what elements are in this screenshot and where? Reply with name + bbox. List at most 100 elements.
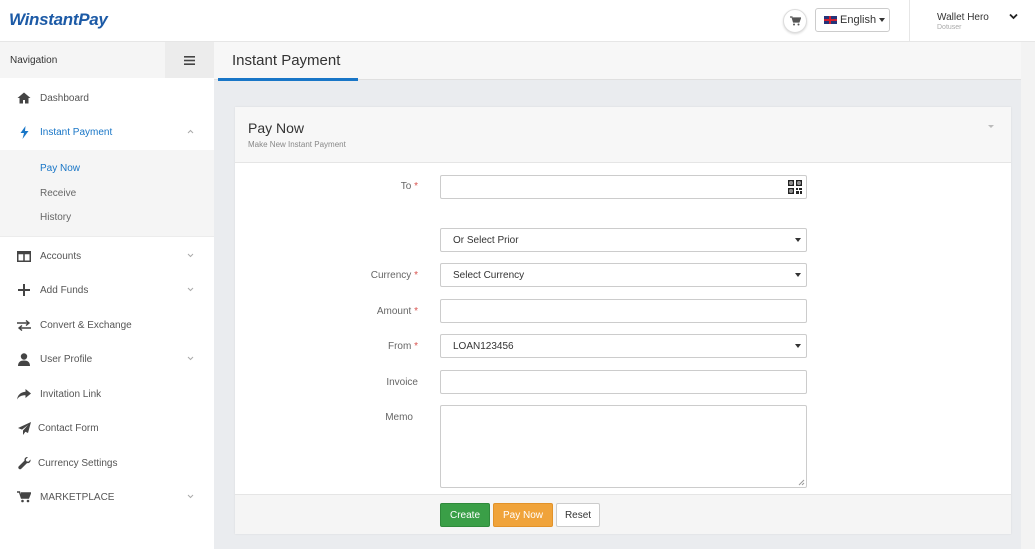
from-account-select[interactable]: LOAN123456 bbox=[440, 334, 807, 358]
from-label: From * bbox=[298, 341, 418, 352]
invoice-label-text: Invoice bbox=[386, 377, 418, 388]
cart-icon bbox=[789, 16, 801, 26]
required-mark: * bbox=[414, 270, 418, 281]
cart-button[interactable] bbox=[783, 9, 807, 33]
share-icon bbox=[17, 387, 31, 401]
chevron-up-icon bbox=[187, 129, 194, 134]
wrench-icon bbox=[17, 456, 31, 470]
amount-label-text: Amount bbox=[376, 306, 412, 317]
caret-down-icon bbox=[795, 273, 801, 277]
collapse-icon[interactable] bbox=[988, 125, 994, 128]
columns-icon bbox=[17, 249, 31, 263]
sidebar-item-invitation-link[interactable]: Invitation Link bbox=[0, 379, 214, 409]
menu-toggle-button[interactable] bbox=[165, 42, 214, 78]
invoice-label: Invoice bbox=[298, 377, 418, 388]
cart-icon bbox=[17, 490, 31, 504]
required-mark: * bbox=[414, 341, 418, 352]
sidebar-item-contact-form[interactable]: Contact Form bbox=[0, 413, 214, 443]
sidebar-item-marketplace[interactable]: MARKETPLACE bbox=[0, 482, 214, 512]
page-title-underline bbox=[218, 78, 358, 81]
panel-title: Pay Now bbox=[248, 120, 305, 136]
top-bar: WinstantPay English Wallet Hero Dotuser bbox=[0, 0, 1035, 42]
user-icon bbox=[17, 352, 31, 366]
chevron-down-icon bbox=[187, 287, 194, 292]
resize-handle-icon[interactable] bbox=[798, 479, 805, 486]
currency-label: Currency * bbox=[298, 270, 418, 281]
to-label-text: To bbox=[400, 181, 412, 192]
page-title: Instant Payment bbox=[232, 52, 341, 69]
currency-select-value: Select Currency bbox=[453, 269, 525, 281]
from-select-value: LOAN123456 bbox=[453, 340, 514, 352]
uk-flag-icon bbox=[824, 16, 837, 24]
amount-label: Amount * bbox=[298, 306, 418, 317]
sidebar-item-label: Accounts bbox=[40, 250, 82, 262]
to-label: To * bbox=[298, 181, 418, 192]
submenu-item-pay-now[interactable]: Pay Now bbox=[40, 163, 80, 174]
memo-label-text: Memo bbox=[385, 412, 413, 423]
sidebar-item-dashboard[interactable]: Dashboard bbox=[0, 83, 214, 113]
hamburger-icon bbox=[184, 55, 195, 65]
scrollbar[interactable] bbox=[1021, 42, 1035, 549]
divider bbox=[909, 0, 910, 42]
plus-icon bbox=[17, 283, 31, 297]
caret-down-icon bbox=[795, 344, 801, 348]
reset-button[interactable]: Reset bbox=[556, 503, 600, 527]
submenu-item-receive[interactable]: Receive bbox=[40, 188, 76, 199]
panel-subtitle: Make New Instant Payment bbox=[248, 140, 346, 149]
memo-textarea[interactable] bbox=[440, 405, 807, 488]
chevron-down-icon bbox=[187, 253, 194, 258]
amount-input[interactable] bbox=[440, 299, 807, 323]
language-label: English bbox=[840, 14, 877, 26]
prior-select-value: Or Select Prior bbox=[453, 234, 519, 246]
chevron-down-icon[interactable] bbox=[1009, 13, 1018, 20]
sidebar-item-user-profile[interactable]: User Profile bbox=[0, 344, 214, 374]
sidebar-item-currency-settings[interactable]: Currency Settings bbox=[0, 448, 214, 478]
to-input[interactable] bbox=[440, 175, 807, 199]
sidebar-item-label: Dashboard bbox=[40, 92, 89, 104]
prior-recipient-select[interactable]: Or Select Prior bbox=[440, 228, 807, 252]
divider bbox=[0, 236, 214, 237]
currency-label-text: Currency bbox=[370, 270, 412, 281]
logo[interactable]: WinstantPay bbox=[9, 10, 108, 30]
sidebar-item-label: Add Funds bbox=[40, 284, 89, 296]
qr-code-icon[interactable] bbox=[787, 179, 803, 195]
panel-header: Pay Now Make New Instant Payment bbox=[235, 107, 1011, 163]
sidebar-item-instant-payment[interactable]: Instant Payment bbox=[0, 117, 214, 147]
home-icon bbox=[17, 91, 31, 105]
sidebar-item-label: Invitation Link bbox=[40, 388, 102, 400]
chevron-down-icon bbox=[187, 356, 194, 361]
sidebar-item-label: Instant Payment bbox=[40, 126, 113, 138]
sidebar-item-label: MARKETPLACE bbox=[40, 491, 115, 503]
invoice-input[interactable] bbox=[440, 370, 807, 394]
sidebar-item-label: User Profile bbox=[40, 353, 93, 365]
required-mark: * bbox=[414, 181, 418, 192]
language-dropdown[interactable]: English bbox=[815, 8, 890, 32]
memo-label: Memo bbox=[293, 412, 413, 423]
currency-select[interactable]: Select Currency bbox=[440, 263, 807, 287]
from-label-text: From bbox=[387, 341, 412, 352]
caret-down-icon bbox=[795, 238, 801, 242]
sidebar-item-add-funds[interactable]: Add Funds bbox=[0, 275, 214, 305]
create-button[interactable]: Create bbox=[440, 503, 490, 527]
sidebar-item-label: Convert & Exchange bbox=[40, 319, 132, 331]
submenu-item-history[interactable]: History bbox=[40, 212, 71, 223]
paper-plane-icon bbox=[17, 421, 31, 435]
sidebar-item-label: Currency Settings bbox=[38, 457, 118, 469]
user-name[interactable]: Wallet Hero bbox=[937, 12, 989, 23]
exchange-icon bbox=[17, 318, 31, 332]
chevron-down-icon bbox=[187, 494, 194, 499]
sidebar: Navigation Dashboard Instant Payment Pay… bbox=[0, 42, 214, 549]
caret-down-icon bbox=[879, 18, 886, 22]
bolt-icon bbox=[17, 125, 31, 139]
required-mark: * bbox=[414, 306, 418, 317]
sidebar-item-label: Contact Form bbox=[38, 422, 99, 434]
sidebar-item-accounts[interactable]: Accounts bbox=[0, 241, 214, 271]
nav-title: Navigation bbox=[10, 55, 58, 66]
instant-payment-submenu: Pay Now Receive History bbox=[0, 150, 214, 236]
sidebar-item-convert-exchange[interactable]: Convert & Exchange bbox=[0, 310, 214, 340]
page-header: Instant Payment bbox=[214, 42, 1035, 81]
form-footer bbox=[235, 494, 1011, 534]
pay-now-button[interactable]: Pay Now bbox=[493, 503, 553, 527]
user-subtitle: Dotuser bbox=[937, 24, 962, 31]
nav-header: Navigation bbox=[0, 42, 214, 78]
